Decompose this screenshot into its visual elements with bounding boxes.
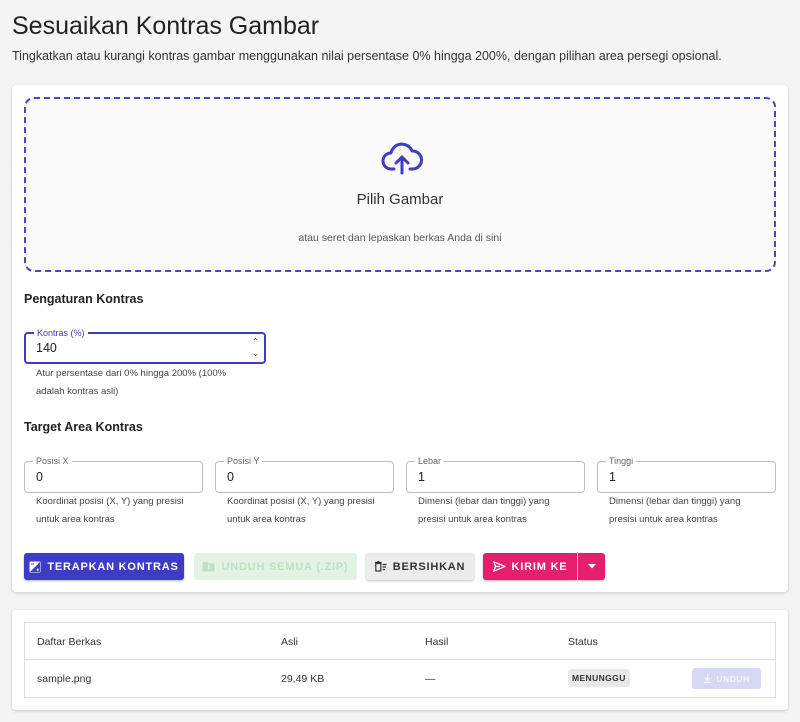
file-name: sample.png (37, 673, 92, 685)
clear-label: BERSIHKAN (392, 560, 466, 573)
position-y-helper-line1: Koordinat posisi (X, Y) yang presisi (227, 496, 375, 507)
width-helper-line2: presisi untuk area kontras (418, 514, 527, 525)
position-y-value[interactable]: 0 (227, 470, 234, 484)
position-x-helper-line2: untuk area kontras (36, 514, 115, 525)
position-y-helper: Koordinat posisi (X, Y) yang presisi unt… (227, 493, 375, 529)
contrast-input-value[interactable]: 140 (36, 341, 57, 355)
page-title: Sesuaikan Kontras Gambar (12, 12, 320, 40)
width-value[interactable]: 1 (418, 470, 425, 484)
send-to-button[interactable]: KIRIM KE (483, 553, 577, 580)
height-helper-line2: presisi untuk area kontras (609, 514, 718, 525)
contrast-settings-heading: Pengaturan Kontras (24, 292, 144, 306)
table-header: Daftar Berkas Asli Hasil Status (25, 623, 775, 660)
contrast-helper: Atur persentase dari 0% hingga 200% (100… (36, 365, 226, 401)
row-download-label: UNDUH (716, 673, 750, 684)
download-all-zip-label: UNDUH SEMUA (.ZIP) (221, 560, 349, 573)
clear-all-icon (374, 561, 387, 572)
contrast-input-label: Kontras (%) (34, 327, 88, 339)
width-input[interactable]: Lebar 1 (406, 455, 585, 493)
column-header-status: Status (568, 636, 598, 648)
position-x-helper: Koordinat posisi (X, Y) yang presisi unt… (36, 493, 184, 529)
file-list-card: Daftar Berkas Asli Hasil Status sample.p… (12, 610, 788, 710)
file-result-size: — (425, 673, 436, 685)
height-helper-line1: Dimensi (lebar dan tinggi) yang (609, 496, 741, 507)
width-helper: Dimensi (lebar dan tinggi) yang presisi … (418, 493, 549, 529)
chevron-up-icon[interactable]: ⌃ (251, 336, 260, 348)
column-header-original: Asli (281, 636, 298, 648)
position-x-input[interactable]: Posisi X 0 (24, 455, 203, 493)
apply-contrast-label: TERAPKAN KONTRAS (47, 560, 179, 573)
height-value[interactable]: 1 (609, 470, 616, 484)
file-original-size: 29,49 KB (281, 673, 325, 685)
column-header-result: Hasil (425, 636, 449, 648)
clear-button[interactable]: BERSIHKAN (366, 553, 474, 580)
send-to-label: KIRIM KE (511, 560, 568, 573)
target-area-heading: Target Area Kontras (24, 420, 143, 434)
position-x-label: Posisi X (33, 455, 72, 467)
position-x-helper-line1: Koordinat posisi (X, Y) yang presisi (36, 496, 184, 507)
cloud-upload-icon (381, 142, 423, 175)
status-badge: MENUNGGU (568, 669, 630, 687)
send-to-dropdown-button[interactable] (578, 553, 605, 580)
position-x-value[interactable]: 0 (36, 470, 43, 484)
caret-down-icon (587, 564, 596, 569)
contrast-helper-line2: adalah kontras asli) (36, 386, 119, 397)
width-label: Lebar (415, 455, 445, 467)
column-header-file-list: Daftar Berkas (37, 636, 102, 648)
contrast-input[interactable]: Kontras (%) 140 ⌃ ⌄ (24, 327, 266, 364)
download-icon (704, 674, 712, 683)
position-y-label: Posisi Y (224, 455, 263, 467)
download-all-zip-button[interactable]: UNDUH SEMUA (.ZIP) (194, 553, 357, 580)
dropzone-title: Pilih Gambar (356, 191, 444, 208)
apply-contrast-button[interactable]: TERAPKAN KONTRAS (24, 553, 184, 580)
position-y-input[interactable]: Posisi Y 0 (215, 455, 394, 493)
height-label: Tinggi (606, 455, 637, 467)
position-y-helper-line2: untuk area kontras (227, 514, 306, 525)
dropzone-hint: atau seret dan lepaskan berkas Anda di s… (298, 232, 502, 244)
width-helper-line1: Dimensi (lebar dan tinggi) yang (418, 496, 550, 507)
row-download-button[interactable]: UNDUH (692, 668, 761, 689)
send-icon (492, 561, 506, 572)
chevron-down-icon[interactable]: ⌄ (251, 348, 260, 360)
file-table: Daftar Berkas Asli Hasil Status sample.p… (24, 622, 776, 698)
height-helper: Dimensi (lebar dan tinggi) yang presisi … (609, 493, 740, 529)
image-dropzone[interactable]: Pilih Gambar atau seret dan lepaskan ber… (24, 97, 776, 272)
settings-card: Pilih Gambar atau seret dan lepaskan ber… (12, 85, 788, 592)
contrast-image-icon (29, 561, 41, 572)
height-input[interactable]: Tinggi 1 (597, 455, 776, 493)
page-subtitle: Tingkatkan atau kurangi kontras gambar m… (12, 49, 722, 63)
contrast-helper-line1: Atur persentase dari 0% hingga 200% (100… (36, 368, 227, 379)
contrast-stepper[interactable]: ⌃ ⌄ (251, 336, 260, 360)
folder-zip-icon (202, 562, 215, 572)
